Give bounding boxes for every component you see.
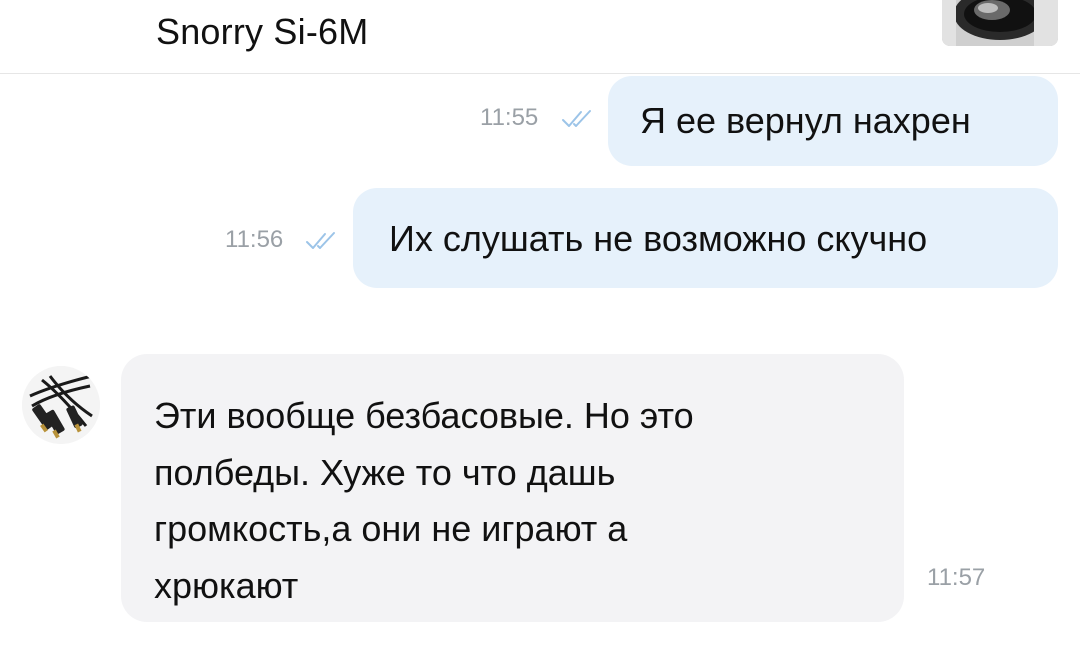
message-text: Их слушать не возможно скучно xyxy=(389,218,928,259)
chat-header: Snorry Si-6M xyxy=(0,0,1080,74)
double-check-icon xyxy=(560,108,596,135)
message-line: хрюкают xyxy=(154,564,299,606)
chat-screen: Snorry Si-6M 11:55 Я ее вернул нахрен 11… xyxy=(0,0,1080,663)
outgoing-message-bubble[interactable]: Их слушать не возможно скучно xyxy=(353,188,1058,288)
message-time: 11:55 xyxy=(480,104,539,131)
message-time: 11:57 xyxy=(927,564,986,591)
message-text: Эти вообще безбасовые. Но это полбеды. Х… xyxy=(154,388,694,614)
message-line: полбеды. Хуже то что дашь xyxy=(154,451,616,493)
message-line: Эти вообще безбасовые. Но это xyxy=(154,395,694,436)
incoming-message-bubble[interactable]: Эти вообще безбасовые. Но это полбеды. Х… xyxy=(121,354,985,622)
message-line: громкость,а они не играют а xyxy=(154,508,628,549)
product-title[interactable]: Snorry Si-6M xyxy=(156,11,368,53)
cable-avatar-icon[interactable] xyxy=(22,366,100,444)
headphones-thumbnail-icon[interactable] xyxy=(942,0,1058,46)
outgoing-message-bubble[interactable]: Я ее вернул нахрен xyxy=(608,76,1058,166)
double-check-icon xyxy=(304,230,340,257)
message-text: Я ее вернул нахрен xyxy=(640,100,971,141)
message-time: 11:56 xyxy=(225,226,284,253)
